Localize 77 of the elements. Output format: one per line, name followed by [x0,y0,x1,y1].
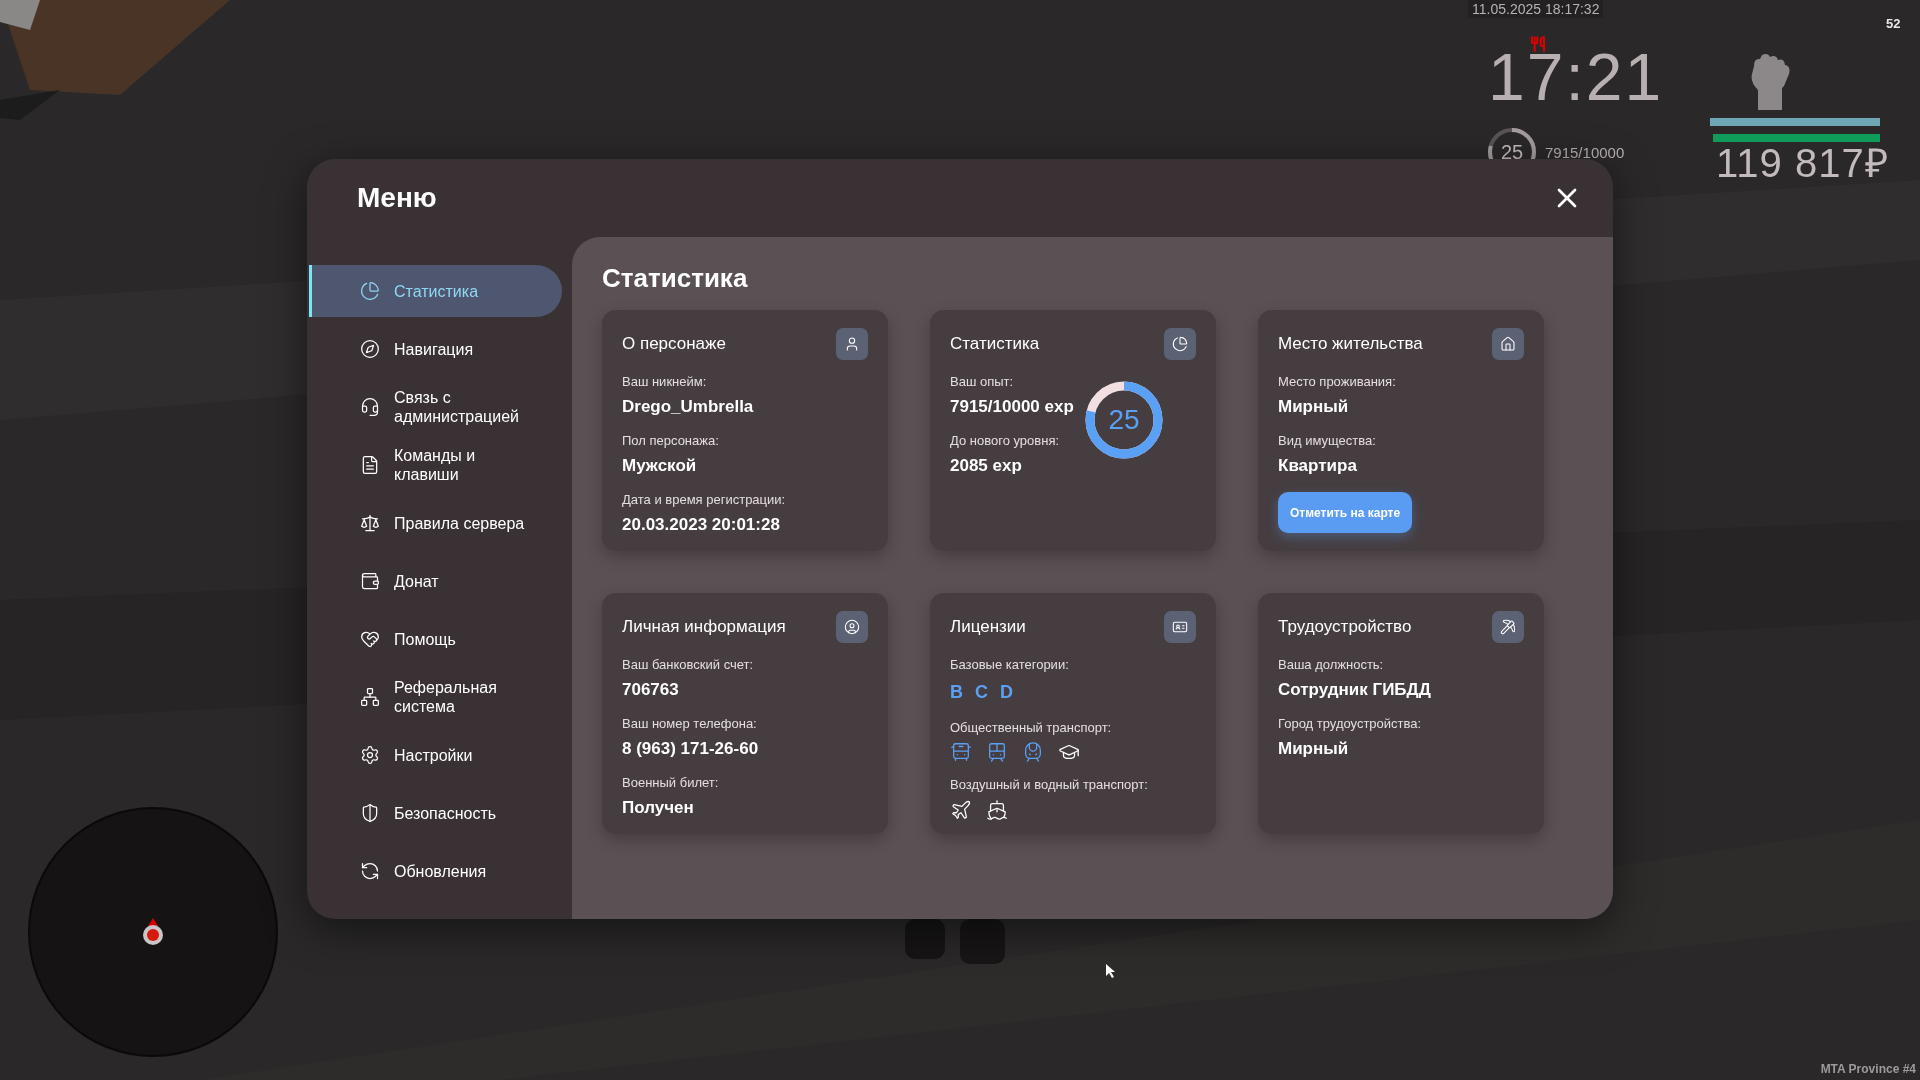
sidebar-item[interactable]: Навигация [309,323,562,375]
pie-chart-icon [1172,336,1188,352]
field-label: Вид имущества: [1278,432,1377,450]
sidebar-item[interactable]: Связь с администрацией [309,381,562,433]
field-label: Воздушный и водный транспорт: [950,776,1149,794]
sidebar-item[interactable]: Безопасность [309,787,562,839]
wallet-icon [360,571,380,591]
cursor-icon [1106,964,1116,978]
license-category: B [950,680,963,704]
field-value: Квартира [1278,454,1358,477]
field-value: Мужской [622,454,698,477]
field-label: Военный билет: [622,774,720,792]
field-label: Дата и время регистрации: [622,491,787,509]
field-value: 8 (963) 171-26-60 [622,737,760,760]
sidebar-item[interactable]: Команды и клавиши [309,439,562,491]
field-value: 20.03.2023 20:01:28 [622,513,781,536]
settings-icon [360,745,380,765]
card-title: Статистика [950,333,1040,356]
field-value: Drego_Umbrella [622,395,755,418]
field-value: Мирный [1278,737,1350,760]
id-card-icon [1172,619,1188,635]
field-value: 7915/10000 exp [950,395,1075,418]
sidebar-item[interactable]: Реферальная система [309,671,562,723]
field-label: Ваш никнейм: [622,373,708,391]
license-category: C [975,680,988,704]
level-number: 25 [1108,403,1140,437]
headset-icon [360,397,380,417]
date-time: 11.05.2025 18:17:32 [1468,0,1604,18]
server-label: MTA Province #4 [1820,1061,1916,1078]
sidebar-item[interactable]: Настройки [309,729,562,781]
house-icon [1500,336,1516,352]
sidebar-item[interactable]: Помощь [309,613,562,665]
network-icon [360,687,380,707]
menu-title: Меню [357,181,437,215]
fps-counter: 52 [1886,15,1901,33]
document-icon [360,455,380,475]
card-title: Личная информация [622,616,786,639]
field-label: Ваш номер телефона: [622,715,758,733]
sidebar-item[interactable]: Донат [309,555,562,607]
field-label: Пол персонажа: [622,432,720,450]
scales-icon [360,513,380,533]
heart-handshake-icon [360,629,380,649]
hunger-icon [1530,36,1546,52]
xp-reading: 7915/10000 [1545,143,1625,163]
field-label: Базовые категории: [950,656,1070,674]
field-label: Ваша должность: [1278,656,1385,674]
field-label: Место проживания: [1278,373,1397,391]
field-label: Город трудоустройства: [1278,715,1423,733]
card-title: Место жительства [1278,333,1423,356]
shield-icon [360,803,380,823]
sidebar-item[interactable]: Обновления [309,845,562,897]
field-label: Ваш опыт: [950,373,1015,391]
page-title: Статистика [602,262,749,295]
sidebar-item[interactable]: Статистика [309,265,562,317]
field-value: 2085 exp [950,454,1023,477]
field-value: Получен [622,796,695,819]
level-number: 25 [1500,140,1524,165]
card-title: О персонаже [622,333,726,356]
card-title: Трудоустройство [1278,616,1412,639]
field-value: Сотрудник ГИБДД [1278,678,1432,701]
compass-icon [360,339,380,359]
money-amount: 119 817₽ [1716,140,1889,186]
refresh-icon [360,861,380,881]
user-icon [844,336,860,352]
pie-chart-icon [360,281,380,301]
field-label: Общественный транспорт: [950,718,1113,737]
player-marker-icon [142,918,164,946]
game-clock: 17:21 [1488,44,1664,110]
field-label: Ваш банковский счет: [622,656,755,674]
field-label: До нового уровня: [950,432,1061,450]
card-title: Лицензии [950,616,1026,639]
sidebar-item[interactable]: Правила сервера [309,497,562,549]
pickaxe-icon [1500,619,1516,635]
field-value: 706763 [622,678,680,701]
user-circle-icon [844,619,860,635]
field-value: Мирный [1278,395,1350,418]
license-category: D [1000,680,1013,704]
